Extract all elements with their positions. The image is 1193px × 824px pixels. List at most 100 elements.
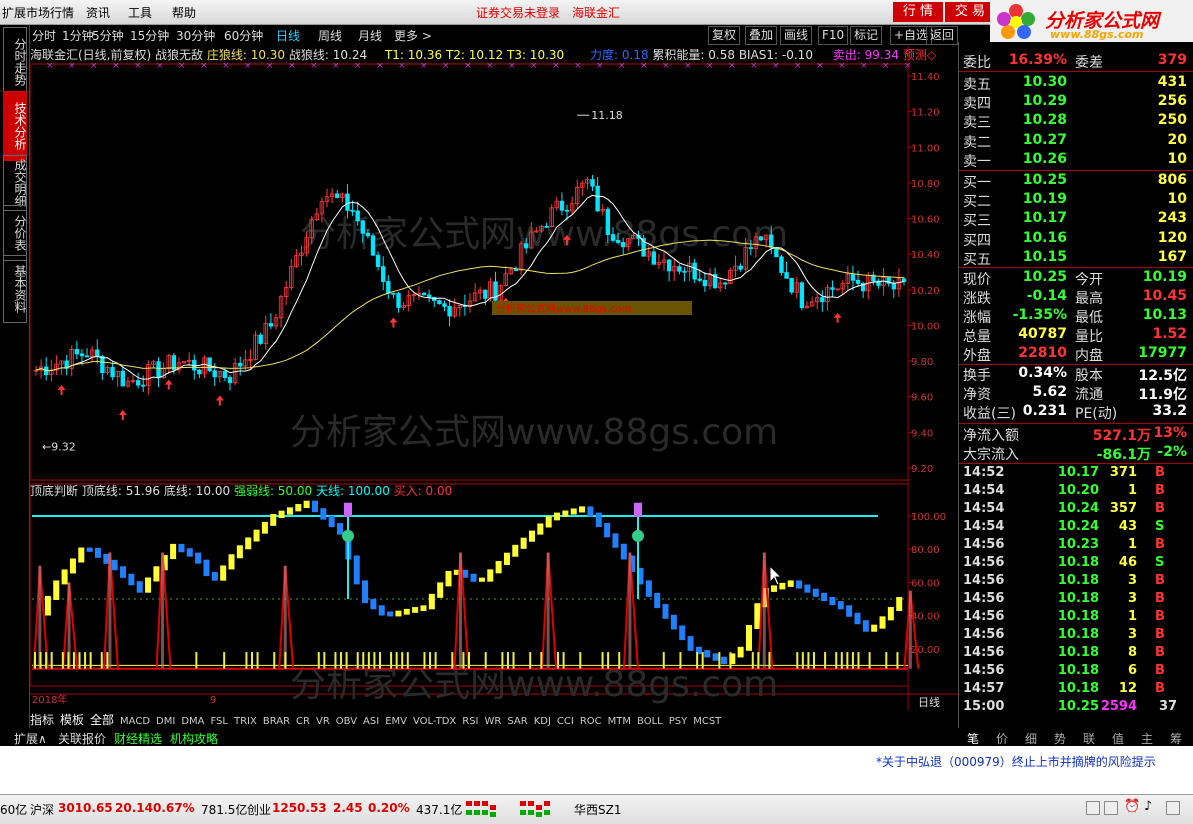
indicator-tab-22[interactable]: BOLL (637, 716, 663, 727)
speaker-icon[interactable]: ♪ (1144, 799, 1152, 814)
detail-tab-7[interactable]: 筹 (1170, 730, 1182, 747)
period-tab-9[interactable]: 更多 > (394, 27, 432, 44)
candle-body (355, 210, 360, 222)
cy-index-amount: 437.1亿 (416, 803, 463, 817)
quote-button[interactable]: 行 情 (893, 2, 943, 22)
period-tab-5[interactable]: 60分钟 (224, 27, 263, 44)
buy-bar (323, 652, 326, 669)
indicator-tab-17[interactable]: SAR (507, 716, 527, 727)
signal-mark: × (838, 61, 846, 71)
indicator-tab-1[interactable]: 模板 (60, 713, 84, 727)
indicator-tab-2[interactable]: 全部 (90, 713, 114, 727)
buy-level-row[interactable]: 买五 10.15 167 (959, 249, 1191, 268)
sub-indicator-name: 顶底判断 (30, 484, 79, 498)
menu-help[interactable]: 帮助 (172, 4, 196, 21)
trade-login-alert[interactable]: 证券交易未登录 (476, 4, 560, 21)
finance-select-tab[interactable]: 财经精选 (114, 730, 162, 747)
toolbar-button-4[interactable]: 标记 (850, 26, 883, 45)
toolbar-button-1[interactable]: 叠加 (745, 26, 778, 45)
sell-label: 卖五 (963, 77, 991, 93)
indicator-tab-11[interactable]: OBV (336, 716, 357, 727)
toolbar-button-6[interactable]: 返回 (926, 26, 958, 45)
period-tab-8[interactable]: 月线 (358, 27, 382, 44)
tab-fundamentals[interactable]: 基本资料 (3, 255, 27, 323)
indicator-tab-15[interactable]: RSI (462, 716, 478, 727)
indicator-tab-7[interactable]: TRIX (234, 716, 257, 727)
detail-tab-5[interactable]: 值 (1112, 730, 1124, 747)
candle-body (391, 292, 396, 295)
buy-level-row[interactable]: 买三 10.17 243 (959, 210, 1191, 229)
stock-name-alert[interactable]: 海联金汇 (572, 4, 620, 21)
menu-news[interactable]: 资讯 (86, 4, 110, 21)
sell-level-row[interactable]: 卖四 10.29 256 (959, 93, 1191, 112)
detail-tab-1[interactable]: 价 (996, 730, 1008, 747)
indicator-tab-14[interactable]: VOL-TDX (413, 716, 456, 727)
signal-mark: × (574, 61, 582, 71)
indicator-tab-4[interactable]: DMI (156, 716, 175, 727)
period-tab-6[interactable]: 日线 (276, 27, 300, 44)
alarm-icon[interactable]: ⏰ (1124, 799, 1140, 814)
menu-tools[interactable]: 工具 (128, 4, 152, 21)
oscillator-block (178, 543, 185, 553)
indicator-tab-23[interactable]: PSY (669, 716, 688, 727)
tab-price-table[interactable]: 分价表 (3, 205, 27, 261)
oscillator-block (754, 603, 761, 630)
indicator-tab-9[interactable]: CR (296, 716, 310, 727)
news-headline[interactable]: *关于中弘退（000979）终止上市并摘牌的风险提示 (876, 753, 1156, 770)
indicator-tab-20[interactable]: ROC (580, 716, 602, 727)
candle-body (564, 209, 570, 212)
month-label: 9 (210, 695, 216, 706)
indicator-tab-10[interactable]: VR (316, 716, 330, 727)
settings-icon[interactable] (1166, 801, 1180, 815)
period-tab-4[interactable]: 30分钟 (176, 27, 215, 44)
buy-volume: 806 (1157, 172, 1187, 188)
tab-intraday[interactable]: 分时走势 (3, 27, 27, 97)
toolbar-button-3[interactable]: F10 (818, 26, 849, 45)
buy-level-row[interactable]: 买二 10.19 10 (959, 191, 1191, 210)
indicator-tab-24[interactable]: MCST (693, 716, 721, 727)
sell-level-row[interactable]: 卖一 10.26 10 (959, 151, 1191, 170)
layout-icon[interactable] (1104, 801, 1118, 815)
period-tab-3[interactable]: 15分钟 (130, 27, 169, 44)
buy-level-row[interactable]: 买四 10.16 120 (959, 230, 1191, 249)
window-icon[interactable] (1086, 801, 1100, 815)
indicator-tab-19[interactable]: CCI (557, 716, 574, 727)
detail-tab-0[interactable]: 笔 (967, 730, 979, 747)
detail-tab-3[interactable]: 势 (1054, 730, 1066, 747)
sell-level-row[interactable]: 卖三 10.28 250 (959, 112, 1191, 131)
indicator-tab-16[interactable]: WR (485, 716, 502, 727)
period-tab-0[interactable]: 分时 (32, 27, 56, 44)
tab-trades[interactable]: 成交明细 (3, 155, 27, 211)
indicator-tab-5[interactable]: DMA (181, 716, 204, 727)
extension-toggle[interactable]: 扩展∧ (14, 730, 47, 747)
weicha-value: 379 (1157, 52, 1187, 68)
detail-tab-4[interactable]: 联 (1083, 730, 1095, 747)
toolbar-button-2[interactable]: 画线 (780, 26, 813, 45)
period-tab-7[interactable]: 周线 (318, 27, 342, 44)
indicator-tab-12[interactable]: ASI (363, 716, 379, 727)
period-tab-1[interactable]: 1分钟 (62, 27, 94, 44)
sell-label: 卖二 (963, 134, 991, 151)
indicator-tab-21[interactable]: MTM (608, 716, 631, 727)
indicator-tab-8[interactable]: BRAR (263, 716, 290, 727)
buy-level-row[interactable]: 买一 10.25 806 (959, 172, 1191, 191)
indicator-tab-3[interactable]: MACD (120, 716, 150, 727)
detail-tab-2[interactable]: 细 (1025, 730, 1037, 747)
fund-value: 0.34% (1018, 365, 1067, 381)
indicator-tab-6[interactable]: FSL (210, 716, 228, 727)
trade-button[interactable]: 交 易 (945, 2, 995, 22)
sell-level-row[interactable]: 卖五 10.30 431 (959, 74, 1191, 93)
indicator-tab-18[interactable]: KDJ (534, 716, 551, 727)
tab-technical[interactable]: 技术分析 (3, 91, 27, 161)
toolbar-button-0[interactable]: 复权 (708, 26, 741, 45)
chart-area[interactable]: 11.40 11.20 11.00 10.80 10.60 10.40 10.20 10.00… (30, 46, 958, 710)
detail-tab-6[interactable]: 主 (1141, 730, 1153, 747)
menu-expand-market[interactable]: 扩展市场行情 (2, 4, 74, 21)
indicator-tab-0[interactable]: 指标 (30, 713, 54, 727)
sell-level-row[interactable]: 卖二 10.27 20 (959, 132, 1191, 151)
period-tab-2[interactable]: 5分钟 (92, 27, 124, 44)
institution-tab[interactable]: 机构攻略 (170, 730, 218, 747)
related-quote-tab[interactable]: 关联报价 (58, 730, 106, 747)
candle-body (84, 355, 90, 358)
indicator-tab-13[interactable]: EMV (385, 716, 407, 727)
